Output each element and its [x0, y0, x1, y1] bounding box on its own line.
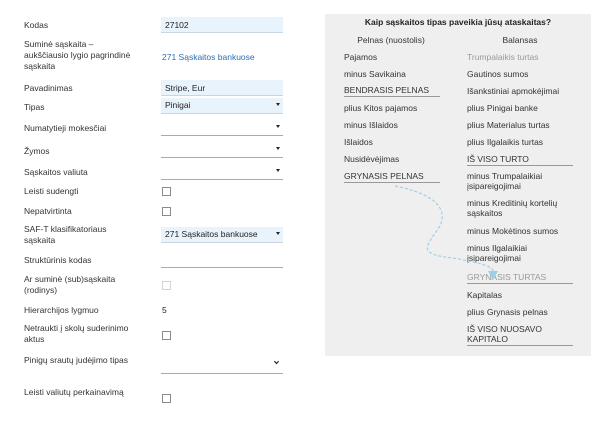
- caret-down-icon: [276, 232, 280, 235]
- bs-item: plius Pinigai banke: [467, 103, 538, 113]
- bs-item-heading: Trumpalaikis turtas: [467, 52, 539, 62]
- bs-item-subtotal: IŠ VISO TURTO: [467, 154, 573, 166]
- tipas-select[interactable]: Pinigai: [161, 98, 283, 114]
- caret-down-icon: [276, 147, 280, 150]
- perkainavima-checkbox[interactable]: [162, 394, 171, 403]
- bs-item: minus Kreditinių kortelių sąskaitos: [467, 198, 558, 218]
- label-pavadinimas: Pavadinimas: [24, 83, 73, 93]
- report-help-panel: Kaip sąskaitos tipas paveikia jūsų atask…: [325, 14, 591, 356]
- pl-item-total: GRYNASIS PELNAS: [344, 171, 440, 183]
- bs-item-total: IŠ VISO NUOSAVO KAPITALO: [467, 324, 573, 346]
- pavadinimas-input[interactable]: Stripe, Eur: [161, 80, 283, 96]
- pl-heading: Pelnas (nuostolis): [357, 35, 425, 45]
- saft-value: 271 Sąskaitos bankuose: [165, 229, 258, 239]
- label-srautu: Pinigų srautų judėjimo tipas: [24, 355, 128, 365]
- bs-item: Kapitalas: [467, 290, 502, 300]
- bs-item: plius Materialus turtas: [467, 120, 550, 130]
- label-hierarchija: Hierarchijos lygmuo: [24, 305, 99, 315]
- nepatvirtinta-checkbox[interactable]: [162, 207, 171, 216]
- tipas-value: Pinigai: [165, 100, 191, 110]
- help-title: Kaip sąskaitos tipas paveikia jūsų atask…: [364, 17, 552, 27]
- label-saft: SAF-T klasifikatoriaus sąskaita: [24, 224, 107, 245]
- label-nepatvirtinta: Nepatvirtinta: [24, 206, 72, 216]
- sumine-link[interactable]: 271 Sąskaitos bankuose: [161, 49, 283, 65]
- label-tipas: Tipas: [24, 102, 45, 112]
- pl-item: plius Kitos pajamos: [344, 103, 418, 113]
- pl-item: minus Išlaidos: [344, 120, 398, 130]
- hierarchija-value: 5: [162, 305, 167, 315]
- bs-item: minus Ilgalaikiai įsipareigojimai: [467, 243, 527, 263]
- label-sumine: Suminė sąskaita – aukščiausio lygio pagr…: [24, 39, 131, 71]
- bs-item: minus Mokėtinos sumos: [467, 226, 559, 236]
- account-form: Kodas 27102 Suminė sąskaita – aukščiausi…: [0, 0, 300, 423]
- pl-item: Pajamos: [344, 52, 378, 62]
- label-netraukti: Netraukti į skolų suderinimo aktus: [24, 323, 129, 344]
- label-zymos: Žymos: [24, 146, 50, 156]
- label-sudengti: Leisti sudengti: [24, 186, 79, 196]
- strukturinis-input[interactable]: [161, 267, 283, 268]
- bs-item: minus Trumpalaikiai įsipareigojimai: [467, 171, 543, 191]
- kodas-input[interactable]: 27102: [161, 17, 283, 33]
- pl-item-subtotal: BENDRASIS PELNAS: [344, 85, 440, 97]
- pl-item: Nusidėvėjimas: [344, 154, 400, 164]
- caret-down-icon: [276, 169, 280, 172]
- label-perkainavima: Leisti valiutų perkainavimą: [24, 387, 124, 397]
- label-sumine-sub: Ar suminė (sub)sąskaita (rodinys): [24, 274, 116, 295]
- bs-heading: Balansas: [502, 35, 538, 45]
- pl-item: Išlaidos: [344, 137, 373, 147]
- saft-select[interactable]: 271 Sąskaitos bankuose: [161, 227, 283, 243]
- bs-item: Išankstiniai apmokėjimai: [467, 86, 560, 96]
- valiuta-select[interactable]: [161, 164, 283, 180]
- bs-item: Gautinos sumos: [467, 69, 529, 79]
- label-strukturinis: Struktūrinis kodas: [24, 255, 92, 265]
- srautu-select[interactable]: [161, 358, 283, 374]
- label-mokesciai: Numatytieji mokesčiai: [24, 123, 107, 133]
- caret-down-icon: [276, 125, 280, 128]
- zymos-select[interactable]: [161, 142, 283, 158]
- label-valiuta: Sąskaitos valiuta: [24, 167, 88, 177]
- pl-item: minus Savikaina: [344, 69, 406, 79]
- bs-item-total: GRYNASIS TURTAS: [467, 272, 573, 284]
- bs-item: plius Grynasis pelnas: [467, 307, 548, 317]
- label-kodas: Kodas: [24, 20, 49, 30]
- mokesciai-select[interactable]: [161, 120, 283, 136]
- sudengti-checkbox[interactable]: [162, 187, 171, 196]
- chevron-down-icon: [273, 360, 280, 365]
- sumine-sub-checkbox: [162, 281, 171, 290]
- bs-item: plius Ilgalaikis turtas: [467, 137, 544, 147]
- netraukti-checkbox[interactable]: [162, 331, 171, 340]
- caret-down-icon: [276, 103, 280, 106]
